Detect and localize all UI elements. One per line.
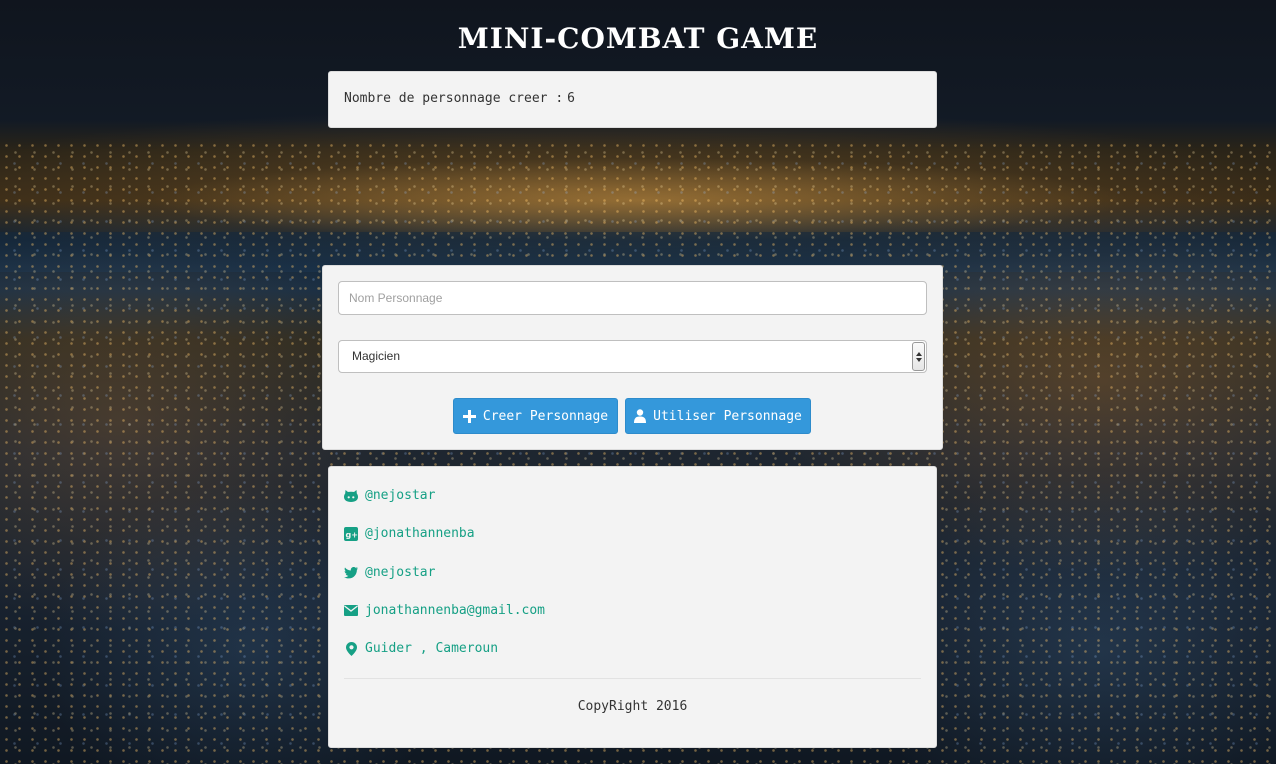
select-arrows-icon[interactable]	[912, 342, 925, 371]
character-count: Nombre de personnage creer :6	[344, 91, 575, 106]
email-link[interactable]: jonathannenba@gmail.com	[344, 603, 545, 618]
google-plus-handle: @jonathannenba	[365, 526, 475, 541]
user-icon	[634, 409, 647, 423]
github-handle: @nejostar	[365, 488, 436, 503]
svg-text:g+: g+	[346, 530, 358, 539]
map-marker-icon	[344, 641, 358, 656]
github-link[interactable]: @nejostar	[344, 488, 435, 503]
create-character-button[interactable]: Creer Personnage	[453, 398, 618, 434]
use-character-label: Utiliser Personnage	[653, 408, 802, 424]
twitter-icon	[344, 566, 358, 580]
twitter-handle: @nejostar	[365, 565, 436, 580]
character-count-panel: Nombre de personnage creer :6	[328, 71, 937, 128]
plus-icon	[462, 409, 476, 423]
copyright-text: CopyRight 2016	[577, 699, 688, 714]
contact-panel: @nejostar g+ @jonathannenba @nejostar jo…	[328, 466, 937, 748]
google-plus-link[interactable]: g+ @jonathannenba	[344, 526, 475, 541]
email-address: jonathannenba@gmail.com	[365, 603, 546, 618]
envelope-icon	[344, 604, 358, 618]
character-class-select[interactable]: Magicien	[338, 340, 927, 373]
github-icon	[344, 489, 358, 503]
twitter-link[interactable]: @nejostar	[344, 565, 435, 580]
footer-divider	[344, 678, 921, 679]
character-count-label: Nombre de personnage creer :	[344, 91, 564, 106]
character-class-selected: Magicien	[352, 349, 401, 363]
google-plus-icon: g+	[344, 526, 358, 541]
location-text: Guider , Cameroun	[365, 641, 499, 656]
page-title: MINI-COMBAT GAME	[457, 22, 819, 55]
location-item: Guider , Cameroun	[344, 641, 498, 656]
character-count-value: 6	[567, 91, 575, 106]
create-character-label: Creer Personnage	[482, 408, 609, 424]
character-name-input[interactable]	[338, 281, 927, 315]
use-character-button[interactable]: Utiliser Personnage	[625, 398, 811, 434]
character-form-panel: Magicien Creer Personnage Utiliser Perso…	[322, 265, 943, 450]
